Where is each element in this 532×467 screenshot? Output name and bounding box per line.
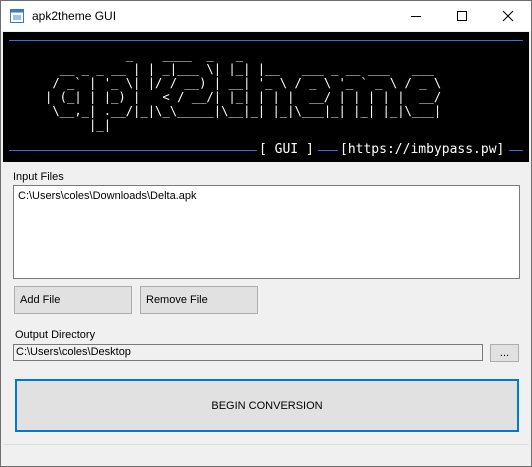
close-icon <box>502 10 514 22</box>
input-files-list[interactable]: C:\Users\coles\Downloads\Delta.apk <box>13 185 520 279</box>
list-item[interactable]: C:\Users\coles\Downloads\Delta.apk <box>18 190 197 202</box>
gui-label: [ GUI ] <box>259 142 314 157</box>
add-file-label: Add File <box>20 294 61 306</box>
banner-top-line <box>9 40 523 41</box>
minimize-icon <box>411 16 421 17</box>
app-window: apk2theme GUI _ ____ _ _ __ _ _ __ | | _… <box>0 0 532 467</box>
add-file-button[interactable]: Add File <box>14 286 132 314</box>
banner-line-left <box>9 150 257 151</box>
banner-line-mid <box>318 150 338 151</box>
input-files-label: Input Files <box>13 171 64 183</box>
maximize-button[interactable] <box>439 1 485 31</box>
status-bar <box>3 444 529 465</box>
begin-conversion-label: BEGIN CONVERSION <box>211 399 323 412</box>
browse-button[interactable]: ... <box>490 344 519 362</box>
banner-line-right <box>509 150 523 151</box>
ascii-banner: _ ____ _ _ __ _ _ __ | | _|___ \| |_| |_… <box>3 32 529 162</box>
browse-label: ... <box>499 347 510 359</box>
minimize-button[interactable] <box>393 1 439 31</box>
maximize-icon <box>457 11 467 21</box>
title-bar: apk2theme GUI <box>1 1 531 31</box>
remove-file-button[interactable]: Remove File <box>140 286 258 314</box>
close-button[interactable] <box>485 1 531 31</box>
remove-file-label: Remove File <box>146 294 208 306</box>
app-icon <box>10 9 24 23</box>
output-directory-label: Output Directory <box>15 329 96 341</box>
window-title: apk2theme GUI <box>32 9 117 23</box>
ascii-logo: _ ____ _ _ __ _ _ __ | | _|___ \| |_| |_… <box>45 48 442 132</box>
output-directory-field[interactable]: C:\Users\coles\Desktop <box>13 344 483 361</box>
url-label: [https://imbypass.pw] <box>340 142 505 157</box>
begin-conversion-button[interactable]: BEGIN CONVERSION <box>15 379 519 432</box>
